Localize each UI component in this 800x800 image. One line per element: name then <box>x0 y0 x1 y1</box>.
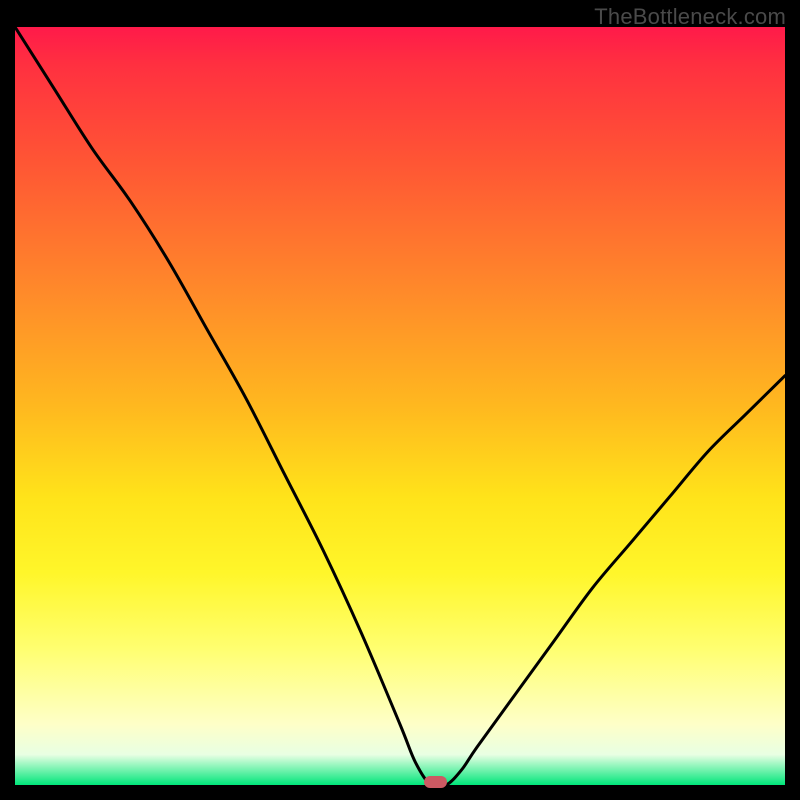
plot-area <box>15 27 785 785</box>
chart-frame: TheBottleneck.com <box>0 0 800 800</box>
bottleneck-curve <box>15 27 785 785</box>
watermark-text: TheBottleneck.com <box>594 4 786 30</box>
curve-path <box>15 27 785 785</box>
optimum-marker <box>424 776 447 788</box>
